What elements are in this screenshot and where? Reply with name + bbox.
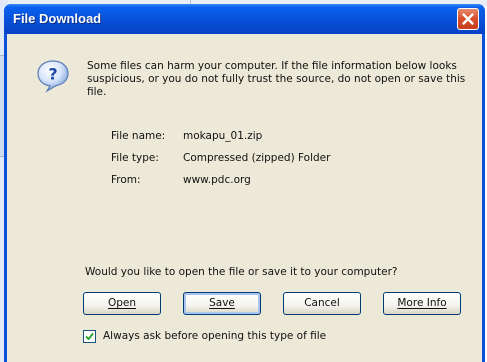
always-ask-checkbox[interactable] bbox=[83, 330, 96, 343]
close-icon bbox=[462, 13, 474, 25]
dialog-title: File Download bbox=[13, 11, 102, 26]
file-download-dialog: File Download ? Some files can harm your… bbox=[4, 4, 485, 362]
always-ask-checkbox-label: Always ask before opening this type of f… bbox=[103, 330, 327, 342]
warning-message: Some files can harm your computer. If th… bbox=[87, 60, 466, 98]
file-source-label: From: bbox=[111, 174, 141, 186]
svg-text:?: ? bbox=[48, 65, 57, 84]
close-button[interactable] bbox=[457, 8, 479, 30]
file-type-label: File type: bbox=[111, 152, 159, 164]
open-button[interactable]: Open bbox=[83, 292, 161, 315]
question-icon: ? bbox=[37, 60, 69, 93]
more-info-button-label: More Info bbox=[397, 297, 447, 309]
file-name-label: File name: bbox=[111, 130, 166, 142]
open-button-label: Open bbox=[107, 297, 137, 309]
save-button[interactable]: Save bbox=[183, 292, 261, 315]
cancel-button-label: Cancel bbox=[304, 297, 340, 309]
save-button-label: Save bbox=[209, 297, 235, 309]
title-bar[interactable]: File Download bbox=[4, 4, 485, 34]
checkmark-icon bbox=[85, 332, 94, 341]
file-name-value: mokapu_01.zip bbox=[183, 130, 263, 142]
dialog-body: ? Some files can harm your computer. If … bbox=[7, 34, 482, 362]
file-source-value: www.pdc.org bbox=[183, 174, 251, 186]
cancel-button[interactable]: Cancel bbox=[283, 292, 361, 315]
file-type-value: Compressed (zipped) Folder bbox=[183, 152, 331, 164]
more-info-button[interactable]: More Info bbox=[383, 292, 461, 315]
open-or-save-question: Would you like to open the file or save … bbox=[85, 266, 398, 278]
